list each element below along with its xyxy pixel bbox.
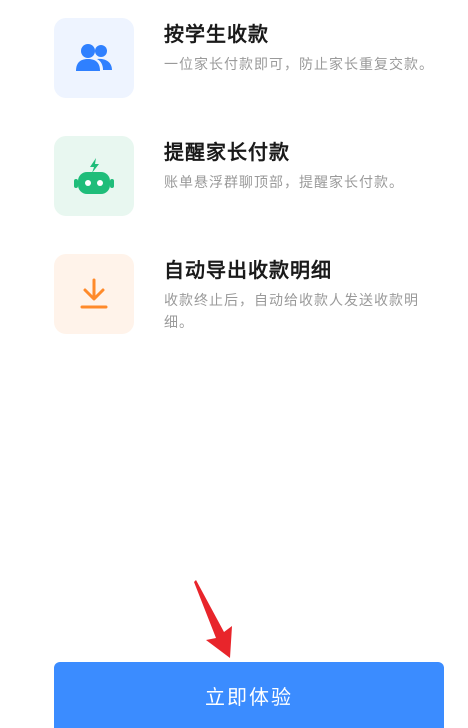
download-icon [80,278,108,309]
feature-description: 一位家长付款即可，防止家长重复交款。 [164,57,434,73]
feature-description: 账单悬浮群聊顶部，提醒家长付款。 [164,175,404,191]
feature-title: 自动导出收款明细 [164,258,332,282]
feature-title: 提醒家长付款 [164,140,290,164]
try-now-button[interactable]: 立即体验 [54,662,444,728]
feature-description: 收款终止后，自动给收款人发送收款明细。 [164,293,419,331]
pointer-arrow-icon [194,580,232,658]
feature-icon-box [54,18,134,98]
feature-title: 按学生收款 [164,22,269,46]
feature-icon-box [54,254,134,334]
feature-icon-box [54,136,134,216]
robot-icon [74,158,114,194]
users-icon [76,44,112,71]
